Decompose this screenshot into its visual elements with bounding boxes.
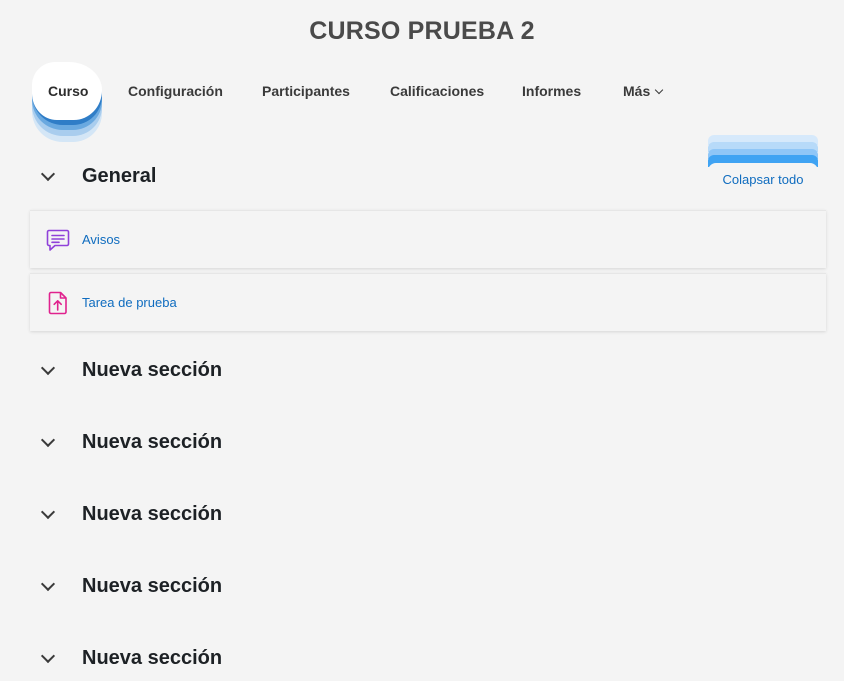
chevron-down-icon[interactable] — [30, 571, 64, 601]
chevron-down-icon[interactable] — [30, 355, 64, 385]
section-title[interactable]: Nueva sección — [82, 359, 222, 382]
tab-curso[interactable]: Curso — [48, 83, 88, 99]
tab-participantes[interactable]: Participantes — [262, 83, 350, 99]
chevron-down-icon[interactable] — [30, 499, 64, 529]
course-nav-tabs: Curso Configuración Participantes Califi… — [30, 62, 730, 142]
tab-calificaciones[interactable]: Calificaciones — [390, 83, 484, 99]
tab-configuracion[interactable]: Configuración — [128, 83, 223, 99]
section-header: Nueva sección — [30, 499, 222, 529]
section-title[interactable]: Nueva sección — [82, 647, 222, 670]
chevron-down-icon[interactable] — [30, 161, 64, 191]
activity-link-avisos[interactable]: Avisos — [82, 232, 120, 247]
section-header: Nueva sección — [30, 571, 222, 601]
collapse-all-label: Colapsar todo — [722, 172, 804, 187]
activity-row[interactable]: Tarea de prueba — [30, 273, 826, 331]
section-title[interactable]: General — [82, 165, 156, 188]
tab-informes[interactable]: Informes — [522, 83, 581, 99]
tab-mas-label: Más — [623, 83, 651, 99]
chevron-down-icon[interactable] — [30, 427, 64, 457]
activity-row[interactable]: Avisos — [30, 210, 826, 268]
section-header: Nueva sección — [30, 643, 222, 673]
chevron-down-icon — [654, 85, 664, 95]
assignment-upload-icon — [44, 289, 72, 317]
section-header-general: General — [30, 161, 156, 191]
section-header: Nueva sección — [30, 355, 222, 385]
section-header: Nueva sección — [30, 427, 222, 457]
section-title[interactable]: Nueva sección — [82, 431, 222, 454]
section-title[interactable]: Nueva sección — [82, 575, 222, 598]
section-title[interactable]: Nueva sección — [82, 503, 222, 526]
course-title: CURSO PRUEBA 2 — [309, 17, 535, 45]
active-tab-indicator — [30, 62, 106, 142]
forum-icon — [44, 226, 72, 254]
chevron-down-icon[interactable] — [30, 643, 64, 673]
tab-mas[interactable]: Más — [623, 83, 664, 99]
collapse-all-button[interactable]: Colapsar todo — [708, 135, 818, 193]
activity-link-tarea-de-prueba[interactable]: Tarea de prueba — [82, 295, 177, 310]
